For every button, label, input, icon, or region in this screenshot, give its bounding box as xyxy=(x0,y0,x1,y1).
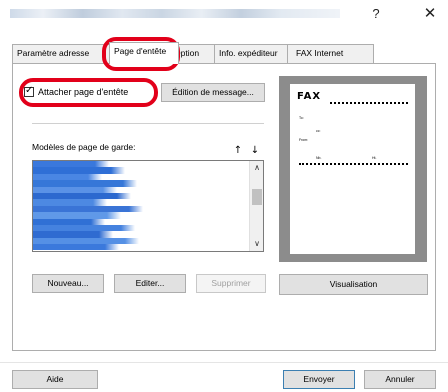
preview-button[interactable]: Visualisation xyxy=(279,274,428,295)
tab-cover-page[interactable]: Page d'entête xyxy=(109,42,179,64)
tab-sender-info[interactable]: Info. expéditeur xyxy=(214,44,288,63)
close-icon[interactable]: ✕ xyxy=(420,4,440,22)
templates-list-items xyxy=(33,161,263,251)
checkbox-box[interactable]: ✓ xyxy=(24,85,34,97)
preview-pages-label: Nb. xyxy=(316,156,322,160)
divider xyxy=(32,123,264,124)
attach-cover-page-checkbox[interactable]: ✓ Attacher page d'entête xyxy=(24,85,128,99)
preview-cc-label: cc: xyxy=(316,129,321,133)
check-icon: ✓ xyxy=(25,85,34,96)
tab-option[interactable]: Option xyxy=(178,44,215,63)
list-item[interactable] xyxy=(33,244,263,251)
edit-message-button[interactable]: Édition de message... xyxy=(161,83,265,102)
send-button[interactable]: Envoyer xyxy=(283,370,355,389)
preview-to-label: To: xyxy=(299,116,304,120)
scroll-thumb[interactable] xyxy=(252,189,262,205)
preview-fax-title: FAX xyxy=(297,91,322,102)
preview-page: FAX To: cc: From: Nb. Ht. xyxy=(290,84,415,254)
edit-button[interactable]: Editer... xyxy=(114,274,186,293)
scroll-up-icon[interactable]: ∧ xyxy=(250,161,263,175)
new-button[interactable]: Nouveau... xyxy=(32,274,104,293)
preview-rule xyxy=(330,102,408,104)
tab-address-settings[interactable]: Paramètre adresse xyxy=(12,44,110,63)
scroll-down-icon[interactable]: ∨ xyxy=(250,237,263,251)
window-title-blurred xyxy=(10,9,340,18)
templates-list[interactable]: ∧ ∨ xyxy=(32,160,264,252)
preview-date-label: Ht. xyxy=(372,156,377,160)
delete-button[interactable]: Supprimer xyxy=(196,274,266,293)
list-scrollbar[interactable]: ∧ ∨ xyxy=(249,161,263,251)
tab-internet-fax[interactable]: FAX Internet xyxy=(287,44,374,63)
title-bar: ? ✕ xyxy=(0,0,448,28)
preview-rule-2 xyxy=(299,163,408,165)
move-up-icon[interactable]: ↑ xyxy=(233,145,243,157)
help-icon[interactable]: ? xyxy=(366,6,386,21)
footer-divider xyxy=(0,362,448,363)
cover-page-preview: FAX To: cc: From: Nb. Ht. xyxy=(279,76,427,262)
preview-from-label: From: xyxy=(299,138,309,142)
templates-label: Modèles de page de garde: xyxy=(32,142,136,152)
attach-cover-page-label: Attacher page d'entête xyxy=(38,87,129,97)
move-down-icon[interactable]: ↓ xyxy=(250,145,260,157)
cancel-button[interactable]: Annuler xyxy=(364,370,436,389)
help-button[interactable]: Aide xyxy=(12,370,98,389)
